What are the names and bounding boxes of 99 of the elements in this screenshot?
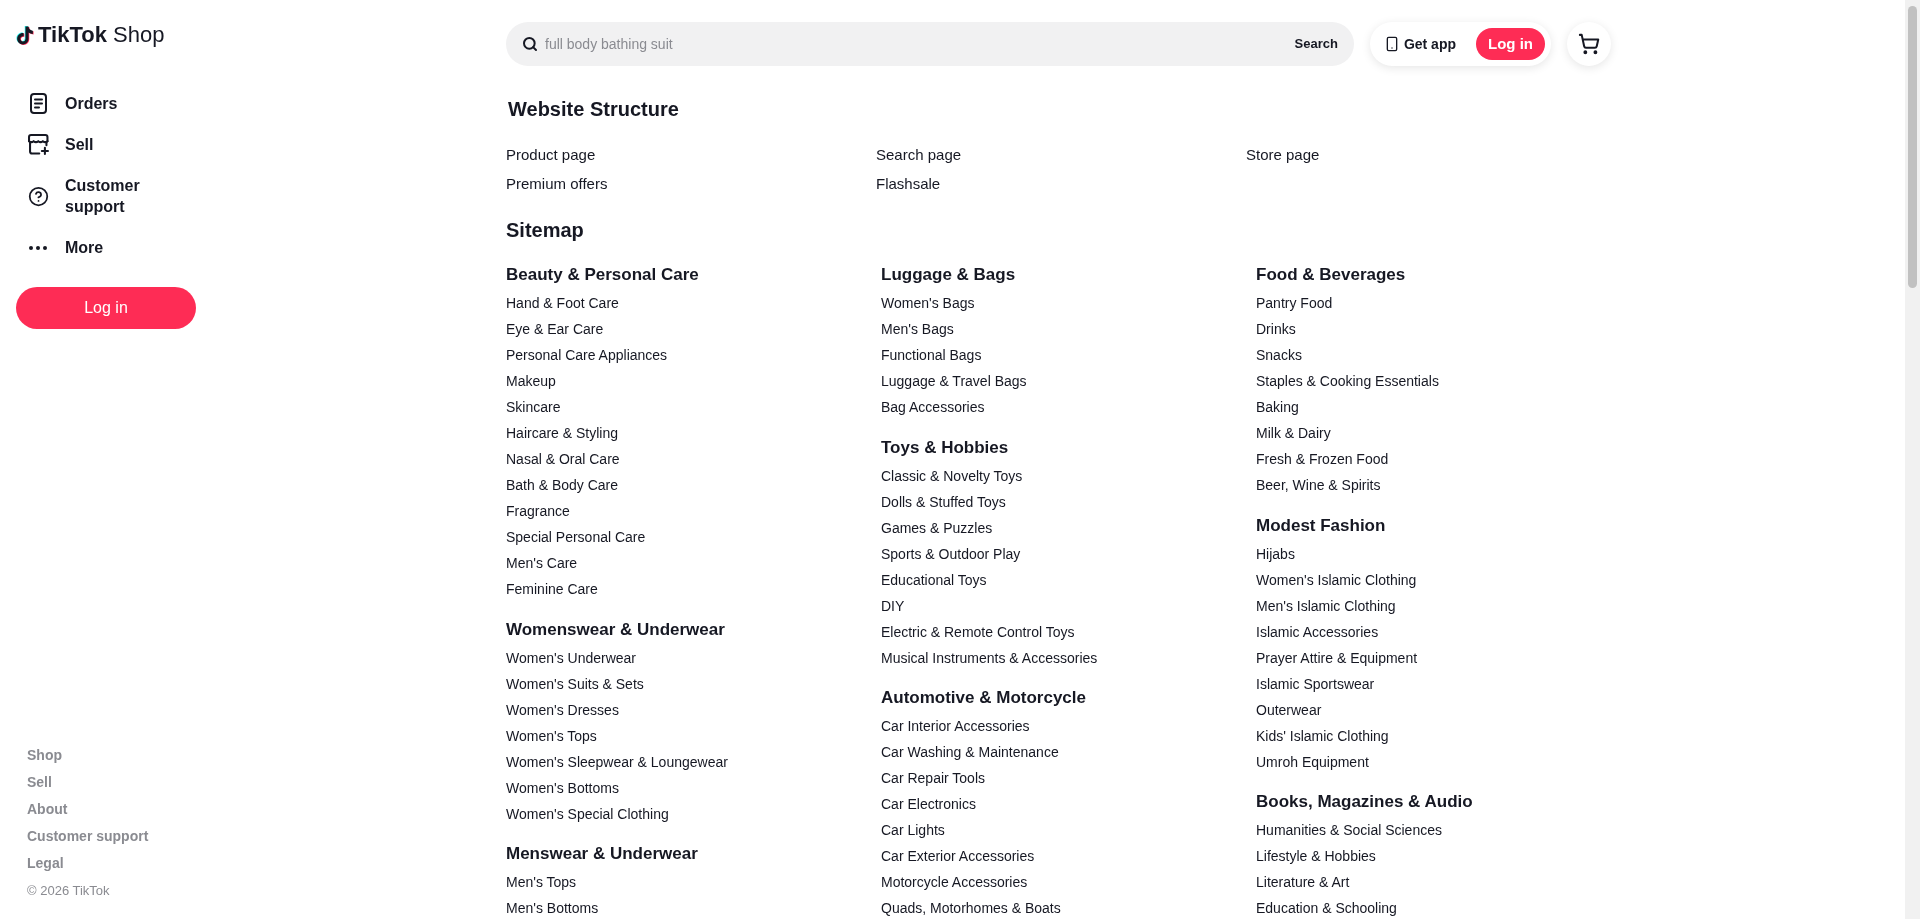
subcategory-link[interactable]: Classic & Novelty Toys [881, 462, 1023, 489]
structure-link[interactable]: Search page [876, 140, 962, 169]
subcategory-link[interactable]: Women's Islamic Clothing [1256, 566, 1417, 593]
structure-link[interactable]: Premium offers [506, 169, 608, 198]
subcategory-link[interactable]: Electric & Remote Control Toys [881, 618, 1075, 645]
subcategory-link[interactable]: Bag Accessories [881, 394, 985, 420]
subcategory-link[interactable]: Motorcycle Accessories [881, 869, 1028, 895]
subcategory-link[interactable]: Fresh & Frozen Food [1256, 446, 1389, 472]
subcategory-link[interactable]: Skincare [506, 394, 561, 420]
subcategory-link[interactable]: Umroh Equipment [1256, 748, 1369, 775]
subcategory-link[interactable]: Personal Care Appliances [506, 342, 668, 368]
subcategory-link[interactable]: Car Interior Accessories [881, 713, 1030, 739]
subcategory-link[interactable]: Women's Suits & Sets [506, 670, 644, 697]
subcategory-link[interactable]: Literature & Art [1256, 869, 1350, 895]
more-icon [29, 245, 47, 250]
subcategory-link[interactable]: Sports & Outdoor Play [881, 540, 1021, 567]
subcategory-link[interactable]: Bath & Body Care [506, 472, 619, 498]
subcategory-link[interactable]: Women's Tops [506, 722, 597, 749]
subcategory-link[interactable]: Nasal & Oral Care [506, 446, 620, 472]
document-icon [29, 93, 47, 114]
subcategory-link[interactable]: Women's Sleepwear & Loungewear [506, 748, 728, 775]
subcategory-link[interactable]: Outerwear [1256, 696, 1322, 723]
sidebar-nav-item[interactable]: Sell [16, 124, 196, 165]
sidebar-nav-item[interactable]: Orders [16, 83, 196, 124]
subcategory-link[interactable]: Fragrance [506, 498, 570, 524]
category-heading[interactable]: Menswear & Underwear [506, 839, 698, 869]
subcategory-link[interactable]: Luggage & Travel Bags [881, 368, 1027, 394]
category-heading[interactable]: Womenswear & Underwear [506, 614, 725, 645]
header-login-button[interactable]: Log in [1476, 28, 1545, 60]
subcategory-link[interactable]: Hand & Foot Care [506, 290, 619, 316]
search-button[interactable]: Search [1294, 34, 1338, 54]
sidebar-nav-item[interactable]: Customer support [16, 165, 196, 227]
subcategory-link[interactable]: Haircare & Styling [506, 420, 619, 446]
subcategory-link[interactable]: Prayer Attire & Equipment [1256, 644, 1418, 671]
subcategory-link[interactable]: Kids' Islamic Clothing [1256, 722, 1389, 749]
logo-text[interactable]: TikTok Shop [38, 23, 165, 47]
subcategory-link[interactable]: Makeup [506, 368, 556, 394]
subcategory-link[interactable]: DIY [881, 592, 905, 619]
subcategory-link[interactable]: Islamic Sportswear [1256, 670, 1375, 697]
subcategory-link[interactable]: Special Personal Care [506, 524, 646, 550]
copyright-text: © 2026 TikTok [27, 882, 110, 900]
scrollbar-thumb[interactable] [1908, 6, 1917, 288]
subcategory-link[interactable]: Car Repair Tools [881, 765, 985, 791]
subcategory-link[interactable]: Men's Tops [506, 869, 577, 895]
subcategory-link[interactable]: Dolls & Stuffed Toys [881, 488, 1006, 515]
section-title: Website Structure [507, 97, 679, 122]
structure-link[interactable]: Product page [506, 140, 596, 169]
category-heading[interactable]: Automotive & Motorcycle [881, 683, 1086, 713]
sidebar-nav-item[interactable]: More [16, 227, 196, 268]
subcategory-link[interactable]: Beer, Wine & Spirits [1256, 472, 1381, 498]
subcategory-link[interactable]: Men's Islamic Clothing [1256, 592, 1396, 619]
login-button[interactable]: Log in [16, 287, 196, 329]
subcategory-link[interactable]: Car Electronics [881, 791, 976, 817]
subcategory-link[interactable]: Humanities & Social Sciences [1256, 817, 1442, 843]
subcategory-link[interactable]: Snacks [1256, 342, 1302, 368]
subcategory-link[interactable]: Women's Bottoms [506, 774, 619, 801]
subcategory-link[interactable]: Education & Schooling [1256, 895, 1397, 919]
search-bar[interactable]: full body bathing suit Search [506, 22, 1354, 66]
subcategory-link[interactable]: Men's Bottoms [506, 895, 599, 919]
subcategory-link[interactable]: Musical Instruments & Accessories [881, 644, 1098, 671]
subcategory-link[interactable]: Functional Bags [881, 342, 982, 368]
category-heading[interactable]: Beauty & Personal Care [506, 260, 699, 290]
subcategory-link[interactable]: Staples & Cooking Essentials [1256, 368, 1439, 394]
subcategory-link[interactable]: Islamic Accessories [1256, 618, 1379, 645]
subcategory-link[interactable]: Pantry Food [1256, 290, 1333, 316]
category-heading[interactable]: Toys & Hobbies [881, 432, 1009, 463]
subcategory-link[interactable]: Car Washing & Maintenance [881, 739, 1059, 765]
subcategory-link[interactable]: Games & Puzzles [881, 514, 993, 541]
search-icon [522, 36, 538, 52]
subcategory-link[interactable]: Women's Special Clothing [506, 800, 669, 827]
category-heading[interactable]: Books, Magazines & Audio [1256, 787, 1473, 817]
subcategory-link[interactable]: Baking [1256, 394, 1299, 420]
subcategory-link[interactable]: Women's Underwear [506, 644, 637, 671]
structure-link[interactable]: Store page [1246, 140, 1320, 169]
subcategory-link[interactable]: Men's Bags [881, 316, 954, 342]
logo-icon [16, 24, 35, 46]
subcategory-link[interactable]: Drinks [1256, 316, 1296, 342]
subcategory-link[interactable]: Women's Dresses [506, 696, 619, 723]
subcategory-link[interactable]: Quads, Motorhomes & Boats [881, 895, 1061, 919]
subcategory-link[interactable]: Hijabs [1256, 540, 1295, 567]
cart-icon [1578, 33, 1600, 55]
subcategory-link[interactable]: Women's Bags [881, 290, 975, 316]
category-heading[interactable]: Luggage & Bags [881, 260, 1016, 290]
subcategory-link[interactable]: Milk & Dairy [1256, 420, 1331, 446]
section-title: Sitemap [506, 218, 584, 243]
subcategory-link[interactable]: Men's Care [506, 550, 578, 576]
subcategory-link[interactable]: Educational Toys [881, 566, 987, 593]
subcategory-link[interactable]: Lifestyle & Hobbies [1256, 843, 1376, 869]
structure-link[interactable]: Flashsale [876, 169, 941, 198]
help-icon [27, 185, 49, 207]
category-heading[interactable]: Food & Beverages [1256, 260, 1406, 290]
subcategory-link[interactable]: Feminine Care [506, 576, 598, 602]
get-app-button[interactable]: Get app [1383, 33, 1456, 55]
subcategory-link[interactable]: Car Exterior Accessories [881, 843, 1035, 869]
subcategory-link[interactable]: Car Lights [881, 817, 945, 843]
subcategory-link[interactable]: Eye & Ear Care [506, 316, 604, 342]
cart-button[interactable] [1567, 22, 1611, 66]
storefront-plus-icon [27, 134, 49, 155]
category-heading[interactable]: Modest Fashion [1256, 510, 1386, 541]
